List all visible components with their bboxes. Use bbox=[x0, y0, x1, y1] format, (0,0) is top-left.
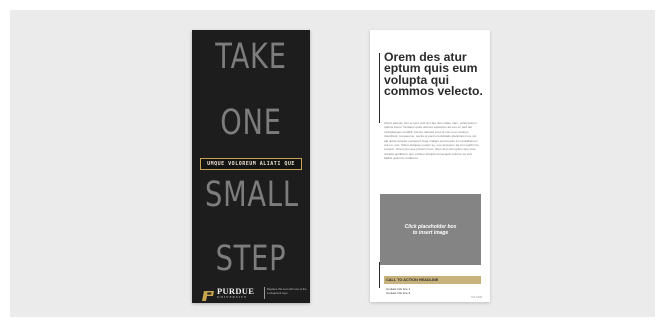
canvas-background: TAKE ONE UMQUE VOLOREUM ALIATI QUE SMALL… bbox=[10, 10, 655, 317]
headline-word-small: SMALL bbox=[204, 175, 299, 215]
image-placeholder[interactable]: Click placeholder box to insert image bbox=[380, 194, 481, 265]
contact-line-2: Contact Info line 2 bbox=[386, 291, 411, 295]
accent-rule-bottom bbox=[379, 262, 381, 288]
placeholder-label-line2: to insert image bbox=[412, 229, 449, 236]
purdue-logo-lockup: PURDUE UNIVERSITY Replace this text with… bbox=[202, 286, 307, 301]
logo-wordmark: PURDUE bbox=[217, 286, 255, 296]
back-headline: Orem des atur eptum quis eum volupta qui… bbox=[384, 50, 483, 99]
body-copy: Ullorit aeteum nim et vent ordi sint fae… bbox=[384, 121, 479, 161]
logo-subtext: UNIVERSITY bbox=[217, 295, 248, 299]
purdue-p-logo-icon bbox=[202, 288, 215, 301]
logo-note: Replace this text with one of the Lockup… bbox=[267, 287, 307, 295]
front-panel[interactable]: TAKE ONE UMQUE VOLOREUM ALIATI QUE SMALL… bbox=[192, 30, 310, 303]
logo-divider bbox=[264, 287, 265, 299]
cta-headline: CALL TO ACTION HEADLINE bbox=[384, 276, 481, 284]
accent-rule-top bbox=[379, 53, 381, 123]
headline-word-one: ONE bbox=[220, 103, 282, 143]
back-panel[interactable]: Orem des atur eptum quis eum volupta qui… bbox=[370, 30, 490, 302]
headline-word-take: TAKE bbox=[215, 37, 287, 77]
tagline-box[interactable]: UMQUE VOLOREUM ALIATI QUE bbox=[200, 158, 302, 170]
headline-word-step: STEP bbox=[215, 239, 287, 279]
document-code: TLT-1234 bbox=[471, 296, 482, 299]
